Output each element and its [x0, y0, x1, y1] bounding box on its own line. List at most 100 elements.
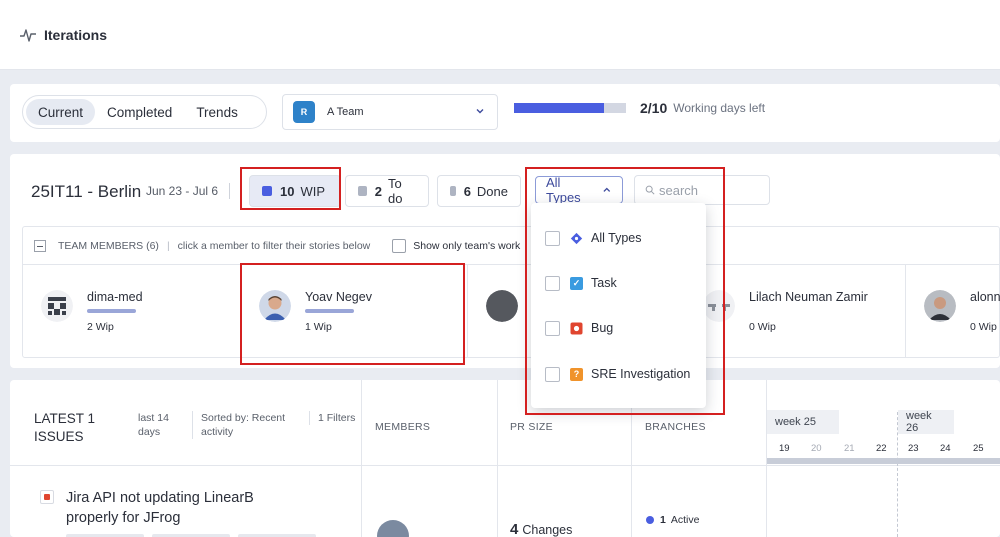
type-checkbox[interactable] — [545, 230, 560, 246]
type-checkbox[interactable] — [545, 275, 560, 291]
type-label: SRE Investigation — [591, 367, 691, 381]
member-card-dima-med[interactable]: dima-med 2 Wip — [23, 265, 241, 357]
branches-active: 1 Active — [646, 514, 699, 526]
todo-square-icon — [358, 186, 367, 196]
search-icon — [645, 185, 655, 195]
branch-count: 1 — [660, 514, 666, 526]
member-wip: 2 Wip — [87, 321, 114, 333]
working-days-progress-fill — [514, 103, 604, 113]
team-members-header: TEAM MEMBERS (6) | click a member to fil… — [23, 227, 999, 265]
done-count: 6 — [463, 183, 471, 199]
week-divider — [897, 412, 898, 537]
sprint-name: 25IT11 - Berlin — [31, 182, 142, 201]
type-option-bug[interactable]: Bug — [545, 318, 613, 338]
tab-current[interactable]: Current — [26, 99, 96, 125]
team-name: A Team — [327, 106, 364, 118]
collapse-members-checkbox[interactable] — [34, 239, 46, 252]
working-days-count: 2/10 — [640, 100, 668, 116]
bug-icon — [570, 322, 583, 334]
timeline-day: 24 — [940, 443, 951, 454]
iteration-view-tabs: Current Completed Trends — [22, 95, 267, 129]
filter-done-button[interactable]: 6 Done — [437, 175, 521, 207]
type-option-sre-investigation[interactable]: ? SRE Investigation — [545, 364, 690, 384]
show-only-team-checkbox[interactable] — [392, 238, 407, 253]
working-days-label: Working days left — [673, 101, 766, 115]
wip-count: 10 — [280, 183, 295, 199]
search-input[interactable] — [659, 182, 759, 198]
week-label: week 26 — [898, 410, 954, 434]
divider — [229, 183, 230, 199]
timeline-day: 23 — [908, 443, 919, 454]
types-dropdown-menu: All Types ✓ Task Bug ? SRE Investigation — [531, 203, 706, 408]
diamond-icon — [570, 232, 583, 244]
timeline-bar — [767, 458, 1000, 464]
timeline-day: 21 — [844, 443, 855, 454]
member-wip: 1 Wip — [305, 321, 332, 333]
column-header-branches: BRANCHES — [645, 421, 706, 433]
team-select[interactable]: R A Team — [282, 94, 498, 130]
team-avatar: R — [293, 101, 315, 123]
separator: | — [166, 239, 170, 252]
question-icon: ? — [570, 367, 583, 381]
member-wip: 0 Wip — [970, 321, 997, 333]
timeline-day: 22 — [876, 443, 887, 454]
type-option-all-types[interactable]: All Types — [545, 228, 642, 248]
timeline-day: 19 — [779, 443, 790, 454]
member-wip-bar — [87, 309, 136, 313]
team-members-label: TEAM MEMBERS (6) — [58, 239, 159, 252]
issues-meta-sort: Sorted by: Recent activity — [192, 411, 300, 439]
timeline-day: 20 — [811, 443, 822, 454]
member-card-yoav-negev[interactable]: Yoav Negev 1 Wip — [241, 265, 468, 357]
type-label: Task — [591, 276, 617, 290]
member-card-lilach-neuman-zamir[interactable]: Lilach Neuman Zamir 0 Wip — [693, 265, 906, 357]
avatar — [377, 520, 409, 537]
todo-label: To do — [388, 176, 403, 206]
issues-meta-filters[interactable]: 1 Filters — [309, 411, 359, 425]
member-name: Lilach Neuman Zamir — [749, 290, 868, 304]
sprint-dates: Jun 23 - Jul 6 — [146, 184, 219, 198]
pr-label: Changes — [522, 523, 573, 537]
done-label: Done — [476, 183, 508, 199]
column-divider — [497, 380, 498, 537]
type-checkbox[interactable] — [545, 320, 560, 336]
working-days: 2/10 Working days left — [514, 100, 765, 116]
filter-todo-button[interactable]: 2 To do — [345, 175, 429, 207]
avatar — [924, 290, 956, 322]
type-checkbox[interactable] — [545, 366, 560, 382]
pr-count: 4 — [510, 521, 519, 537]
member-name: dima-med — [87, 290, 143, 304]
page-title: Iterations — [44, 27, 108, 43]
pr-size: 4 Changes — [510, 521, 572, 537]
tab-completed[interactable]: Completed — [95, 99, 184, 125]
wip-square-icon — [262, 186, 272, 196]
member-card-alonn[interactable]: alonn 0 Wip — [906, 265, 1000, 357]
activity-icon — [20, 29, 36, 42]
team-members-strip: TEAM MEMBERS (6) | click a member to fil… — [22, 226, 1000, 358]
issues-title: LATEST 1 ISSUES — [34, 411, 96, 444]
sprint-panel: 25IT11 - Berlin Jun 23 - Jul 6 10 WIP 2 … — [10, 154, 1000, 368]
member-name: alonn — [970, 290, 1000, 304]
type-option-task[interactable]: ✓ Task — [545, 273, 617, 293]
types-label: All Types — [546, 175, 581, 205]
column-divider — [361, 380, 362, 537]
tab-trends[interactable]: Trends — [184, 99, 250, 125]
timeline-day: 25 — [973, 443, 984, 454]
week-label: week 25 — [767, 410, 839, 434]
todo-count: 2 — [374, 183, 383, 199]
avatar — [486, 290, 518, 322]
member-name: Yoav Negev — [305, 290, 372, 304]
chevron-down-icon — [476, 109, 484, 114]
filter-wip-button[interactable]: 10 WIP — [249, 175, 341, 207]
type-label: Bug — [591, 321, 614, 335]
task-check-icon: ✓ — [570, 276, 583, 290]
issues-panel: LATEST 1 ISSUES last 14 days Sorted by: … — [10, 380, 1000, 537]
all-types-dropdown-button[interactable]: All Types — [535, 175, 623, 205]
top-bar: Iterations — [0, 0, 1000, 70]
issue-title[interactable]: Jira API not updating LinearB properly f… — [66, 488, 296, 528]
member-wip-bar — [305, 309, 354, 313]
issues-meta-days: last 14 days — [138, 412, 169, 438]
show-only-team-label: Show only team's work — [413, 239, 521, 252]
member-wip: 0 Wip — [749, 321, 776, 333]
avatar — [41, 290, 73, 322]
done-square-icon — [450, 186, 456, 196]
